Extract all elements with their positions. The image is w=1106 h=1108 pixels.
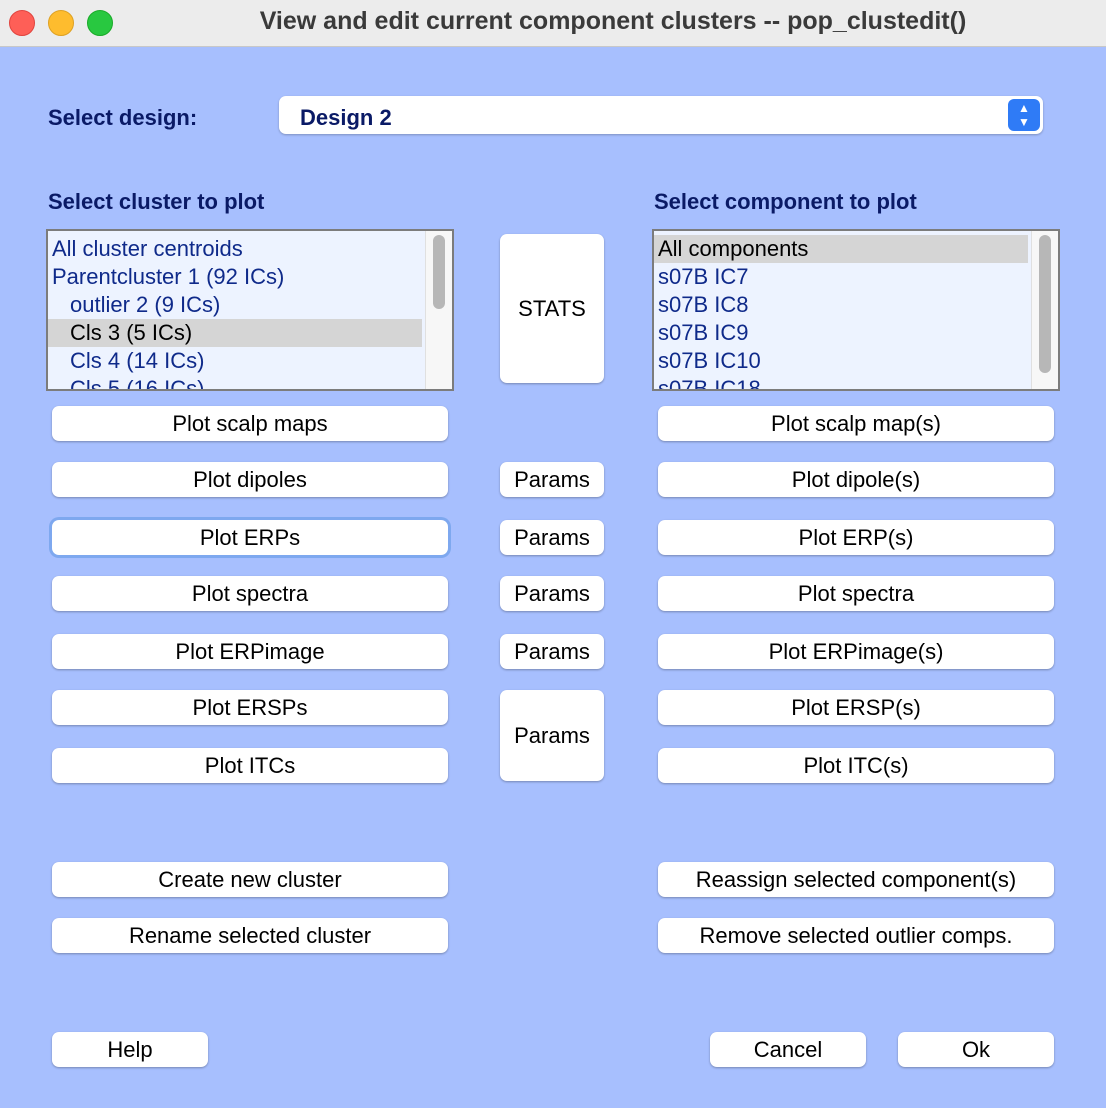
- component-list-scrollbar[interactable]: [1031, 231, 1058, 389]
- cluster-list-item-cls-3[interactable]: Cls 3 (5 ICs): [48, 319, 422, 347]
- component-list-item-all[interactable]: All components: [654, 235, 1028, 263]
- plot-scalp-maps-button[interactable]: Plot scalp maps: [52, 406, 448, 441]
- component-list-heading: Select component to plot: [654, 189, 917, 214]
- plot-itc-s-button[interactable]: Plot ITC(s): [658, 748, 1054, 783]
- plot-spectra-button[interactable]: Plot spectra: [52, 576, 448, 611]
- cluster-list-heading: Select cluster to plot: [48, 189, 265, 214]
- select-design-label: Select design:: [48, 105, 198, 130]
- params-dipoles-button[interactable]: Params: [500, 462, 604, 497]
- plot-dipoles-button[interactable]: Plot dipoles: [52, 462, 448, 497]
- cluster-list-scroll-thumb[interactable]: [433, 235, 445, 309]
- plot-itcs-button[interactable]: Plot ITCs: [52, 748, 448, 783]
- cluster-list-item-cls-4[interactable]: Cls 4 (14 ICs): [48, 347, 422, 375]
- params-erps-button[interactable]: Params: [500, 520, 604, 555]
- zoom-window-button[interactable]: [87, 10, 113, 36]
- component-list-item-ic7[interactable]: s07B IC7: [654, 263, 1028, 291]
- cluster-list-scrollbar[interactable]: [425, 231, 452, 389]
- params-erpimage-button[interactable]: Params: [500, 634, 604, 669]
- component-list-item-ic10[interactable]: s07B IC10: [654, 347, 1028, 375]
- plot-ersps-button[interactable]: Plot ERSPs: [52, 690, 448, 725]
- window-title: View and edit current component clusters…: [259, 7, 967, 35]
- design-dropdown-value: Design 2: [300, 105, 392, 130]
- ok-button[interactable]: Ok: [898, 1032, 1054, 1067]
- plot-erp-s-button[interactable]: Plot ERP(s): [658, 520, 1054, 555]
- title-bar: View and edit current component clusters…: [0, 0, 1106, 47]
- cluster-list-item-parentcluster-1[interactable]: Parentcluster 1 (92 ICs): [48, 263, 422, 291]
- close-window-button[interactable]: [9, 10, 35, 36]
- reassign-selected-components-button[interactable]: Reassign selected component(s): [658, 862, 1054, 897]
- help-button[interactable]: Help: [52, 1032, 208, 1067]
- cluster-list-item-all-centroids[interactable]: All cluster centroids: [48, 235, 422, 263]
- plot-erpimage-s-button[interactable]: Plot ERPimage(s): [658, 634, 1054, 669]
- create-new-cluster-button[interactable]: Create new cluster: [52, 862, 448, 897]
- remove-outlier-comps-button[interactable]: Remove selected outlier comps.: [658, 918, 1054, 953]
- component-listbox[interactable]: All components s07B IC7 s07B IC8 s07B IC…: [652, 229, 1060, 391]
- cluster-list-item-cls-5[interactable]: Cls 5 (16 ICs): [48, 375, 422, 389]
- cluster-listbox[interactable]: All cluster centroids Parentcluster 1 (9…: [46, 229, 454, 391]
- plot-component-spectra-button[interactable]: Plot spectra: [658, 576, 1054, 611]
- component-list-scroll-thumb[interactable]: [1039, 235, 1051, 373]
- cluster-list-item-outlier-2[interactable]: outlier 2 (9 ICs): [48, 291, 422, 319]
- plot-erps-button[interactable]: Plot ERPs: [52, 520, 448, 555]
- params-ersp-itc-button[interactable]: Params: [500, 690, 604, 781]
- plot-erpimage-button[interactable]: Plot ERPimage: [52, 634, 448, 669]
- plot-scalp-map-s-button[interactable]: Plot scalp map(s): [658, 406, 1054, 441]
- component-list-item-ic8[interactable]: s07B IC8: [654, 291, 1028, 319]
- updown-chevron-icon: ▲ ▼: [1008, 99, 1040, 131]
- design-dropdown[interactable]: Design 2 ▲ ▼: [279, 96, 1043, 134]
- cancel-button[interactable]: Cancel: [710, 1032, 866, 1067]
- rename-selected-cluster-button[interactable]: Rename selected cluster: [52, 918, 448, 953]
- minimize-window-button[interactable]: [48, 10, 74, 36]
- params-spectra-button[interactable]: Params: [500, 576, 604, 611]
- component-list-item-ic9[interactable]: s07B IC9: [654, 319, 1028, 347]
- plot-ersp-s-button[interactable]: Plot ERSP(s): [658, 690, 1054, 725]
- stats-button[interactable]: STATS: [500, 234, 604, 383]
- plot-dipole-s-button[interactable]: Plot dipole(s): [658, 462, 1054, 497]
- component-list-item-ic18[interactable]: s07B IC18: [654, 375, 1028, 389]
